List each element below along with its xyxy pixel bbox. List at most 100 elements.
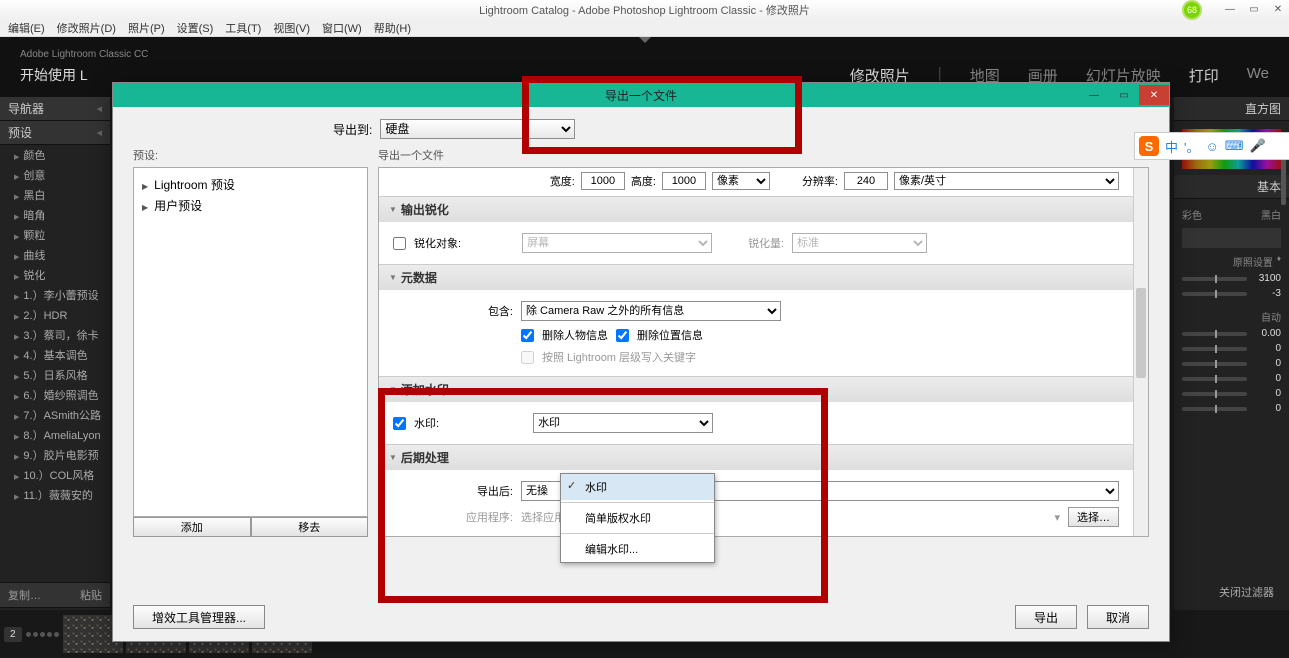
- basic-header[interactable]: 基本: [1174, 175, 1289, 199]
- menu-edit[interactable]: 编辑(E): [8, 20, 45, 36]
- sharpen-section-header[interactable]: 输出锐化: [379, 197, 1133, 222]
- width-input[interactable]: [581, 172, 625, 190]
- preset-item[interactable]: 黑白: [0, 185, 110, 205]
- slider[interactable]: [1182, 377, 1247, 381]
- preset-item[interactable]: 9.）胶片电影预: [0, 445, 110, 465]
- watermark-select[interactable]: 水印: [533, 413, 713, 433]
- popup-option-edit[interactable]: 编辑水印...: [561, 536, 714, 562]
- preset-item[interactable]: 8.）AmeliaLyon: [0, 425, 110, 445]
- preset-item[interactable]: 暗角: [0, 205, 110, 225]
- export-button[interactable]: 导出: [1015, 605, 1077, 629]
- sharpen-amount-select[interactable]: 标准: [792, 233, 927, 253]
- temp-slider[interactable]: [1182, 277, 1247, 281]
- paste-button[interactable]: 粘贴: [80, 587, 102, 603]
- cancel-button[interactable]: 取消: [1087, 605, 1149, 629]
- ime-punct[interactable]: '。: [1184, 137, 1199, 156]
- sharpen-checkbox[interactable]: [393, 237, 406, 250]
- ime-toolbar[interactable]: S 中 '。 ☺ ⌨ 🎤: [1134, 132, 1289, 160]
- maximize-button[interactable]: ▭: [1243, 3, 1265, 17]
- menu-window[interactable]: 窗口(W): [322, 20, 362, 36]
- menu-settings[interactable]: 设置(S): [177, 20, 214, 36]
- histogram-header[interactable]: 直方图: [1174, 97, 1289, 121]
- module-web[interactable]: We: [1247, 65, 1269, 86]
- scrollbar-thumb[interactable]: [1136, 288, 1146, 378]
- write-hierarchy-checkbox[interactable]: [521, 351, 534, 364]
- slider[interactable]: [1182, 407, 1247, 411]
- original-setting[interactable]: 原照设置: [1233, 254, 1273, 269]
- slider[interactable]: [1182, 362, 1247, 366]
- navigator-header[interactable]: 导航器◀: [0, 97, 110, 121]
- preset-item[interactable]: 颜色: [0, 145, 110, 165]
- preset-item[interactable]: 7.）ASmith公路: [0, 405, 110, 425]
- tint-slider[interactable]: [1182, 292, 1247, 296]
- right-scrollbar[interactable]: [1281, 155, 1286, 205]
- auto-button[interactable]: 自动: [1261, 309, 1281, 324]
- preset-item[interactable]: 2.）HDR: [0, 305, 110, 325]
- unit-select[interactable]: 像素: [712, 172, 770, 190]
- popup-option-simple[interactable]: 简单版权水印: [561, 505, 714, 531]
- watermark-checkbox[interactable]: [393, 417, 406, 430]
- preset-item[interactable]: 11.）薇薇安的: [0, 485, 110, 505]
- contrast-slider[interactable]: [1182, 347, 1247, 351]
- preset-item[interactable]: 1.）李小蕾预设: [0, 285, 110, 305]
- scrollbar[interactable]: [1133, 168, 1148, 536]
- tree-node[interactable]: Lightroom 预设: [142, 174, 359, 195]
- mic-icon[interactable]: 🎤: [1250, 138, 1266, 154]
- menu-tools[interactable]: 工具(T): [225, 20, 261, 36]
- minimize-button[interactable]: —: [1219, 3, 1241, 17]
- keyboard-icon[interactable]: ⌨: [1225, 138, 1244, 154]
- menu-help[interactable]: 帮助(H): [374, 20, 411, 36]
- remove-location-checkbox[interactable]: [616, 329, 629, 342]
- export-to-select[interactable]: 硬盘: [380, 119, 575, 139]
- sogou-icon[interactable]: S: [1139, 136, 1159, 156]
- preset-item[interactable]: 曲线: [0, 245, 110, 265]
- popup-option-watermark[interactable]: 水印: [561, 474, 714, 500]
- menu-bar[interactable]: 编辑(E) 修改照片(D) 照片(P) 设置(S) 工具(T) 视图(V) 窗口…: [0, 19, 1289, 37]
- preset-item[interactable]: 10.）COL风格: [0, 465, 110, 485]
- preset-item[interactable]: 3.）蔡司，徐卡: [0, 325, 110, 345]
- color-mode[interactable]: 彩色: [1182, 207, 1202, 222]
- dialog-titlebar[interactable]: 导出一个文件 — ▭ ✕: [113, 83, 1169, 107]
- close-button[interactable]: ✕: [1267, 3, 1289, 17]
- copy-button[interactable]: 复制…: [8, 587, 41, 603]
- bw-mode[interactable]: 黑白: [1261, 207, 1281, 222]
- remove-preset-button[interactable]: 移去: [251, 517, 369, 537]
- preset-item[interactable]: 锐化: [0, 265, 110, 285]
- choose-app-button[interactable]: 选择…: [1068, 507, 1119, 527]
- smile-icon[interactable]: ☺: [1206, 139, 1219, 154]
- resolution-unit-select[interactable]: 像素/英寸: [894, 172, 1119, 190]
- watermark-section-header[interactable]: 添加水印: [379, 377, 1133, 402]
- metadata-section-header[interactable]: 元数据: [379, 265, 1133, 290]
- tree-node[interactable]: 用户预设: [142, 195, 359, 216]
- filmstrip-count[interactable]: 2: [4, 627, 22, 642]
- panel-toggle-icon[interactable]: [639, 37, 651, 43]
- preset-item[interactable]: 创意: [0, 165, 110, 185]
- dialog-maximize-button[interactable]: ▭: [1109, 85, 1139, 105]
- remove-people-checkbox[interactable]: [521, 329, 534, 342]
- post-section-header[interactable]: 后期处理: [379, 445, 1133, 470]
- close-filters-button[interactable]: 关闭过滤器: [1219, 584, 1274, 600]
- module-print[interactable]: 打印: [1189, 65, 1219, 86]
- presets-label: 预设:: [133, 147, 368, 163]
- menu-photo[interactable]: 照片(P): [128, 20, 165, 36]
- preset-item[interactable]: 5.）日系风格: [0, 365, 110, 385]
- ime-lang[interactable]: 中: [1165, 137, 1178, 156]
- height-input[interactable]: [662, 172, 706, 190]
- preset-item[interactable]: 颗粒: [0, 225, 110, 245]
- dialog-close-button[interactable]: ✕: [1139, 85, 1169, 105]
- menu-develop[interactable]: 修改照片(D): [57, 20, 116, 36]
- sharpen-target-select[interactable]: 屏幕: [522, 233, 712, 253]
- slider[interactable]: [1182, 392, 1247, 396]
- resolution-input[interactable]: [844, 172, 888, 190]
- menu-view[interactable]: 视图(V): [273, 20, 310, 36]
- presets-header[interactable]: 预设◀: [0, 121, 110, 145]
- exposure-slider[interactable]: [1182, 332, 1247, 336]
- preset-item[interactable]: 4.）基本调色: [0, 345, 110, 365]
- include-select[interactable]: 除 Camera Raw 之外的所有信息: [521, 301, 781, 321]
- preset-tree[interactable]: Lightroom 预设 用户预设: [133, 167, 368, 517]
- plugin-manager-button[interactable]: 增效工具管理器...: [133, 605, 265, 629]
- dialog-minimize-button[interactable]: —: [1079, 85, 1109, 105]
- update-badge[interactable]: 68: [1182, 0, 1202, 20]
- add-preset-button[interactable]: 添加: [133, 517, 251, 537]
- preset-item[interactable]: 6.）婚纱照调色: [0, 385, 110, 405]
